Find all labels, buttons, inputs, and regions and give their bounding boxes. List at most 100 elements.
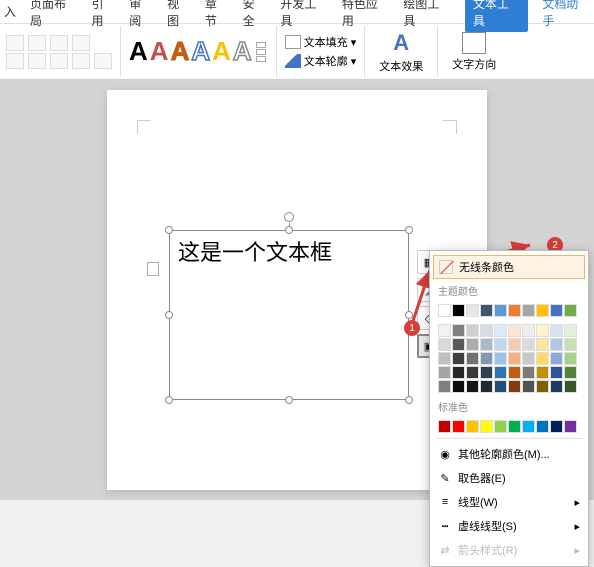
color-swatch[interactable] [536,380,549,393]
color-swatch[interactable] [508,304,521,317]
color-swatch[interactable] [466,380,479,393]
color-swatch[interactable] [480,338,493,351]
resize-handle-bl[interactable] [165,396,173,404]
color-swatch[interactable] [522,380,535,393]
color-swatch[interactable] [494,304,507,317]
color-swatch[interactable] [480,366,493,379]
color-swatch[interactable] [536,324,549,337]
color-swatch[interactable] [564,366,577,379]
more-outline-colors-item[interactable]: ◉ 其他轮廓颜色(M)... [430,442,588,466]
color-swatch[interactable] [508,352,521,365]
align-justify-icon[interactable] [72,53,90,69]
text-outline-button[interactable]: 文本轮廓▾ [285,53,357,69]
color-swatch[interactable] [438,420,451,433]
color-swatch[interactable] [494,324,507,337]
color-swatch[interactable] [438,380,451,393]
align-center-icon[interactable] [28,53,46,69]
color-swatch[interactable] [564,420,577,433]
color-swatch[interactable] [438,352,451,365]
color-swatch[interactable] [522,352,535,365]
dash-style-item[interactable]: ┅ 虚线线型(S) ▸ [430,514,588,538]
wordart-style-6[interactable]: A [233,36,252,67]
color-swatch[interactable] [550,366,563,379]
color-swatch[interactable] [494,420,507,433]
color-swatch[interactable] [550,324,563,337]
color-swatch[interactable] [466,352,479,365]
color-swatch[interactable] [550,304,563,317]
wordart-more-icon[interactable] [256,42,268,62]
color-swatch[interactable] [550,352,563,365]
color-swatch[interactable] [494,352,507,365]
color-swatch[interactable] [508,338,521,351]
eyedropper-item[interactable]: ✎ 取色器(E) [430,466,588,490]
line-spacing-icon[interactable] [94,53,112,69]
menu-chapter[interactable]: 章节 [205,0,229,29]
color-swatch[interactable] [466,324,479,337]
color-swatch[interactable] [452,304,465,317]
color-swatch[interactable] [508,420,521,433]
color-swatch[interactable] [466,338,479,351]
textbox-selection[interactable]: 这是一个文本框 ▦ ◢ ◇ ▣ [169,230,409,400]
color-swatch[interactable] [452,366,465,379]
color-swatch[interactable] [438,304,451,317]
color-swatch[interactable] [480,380,493,393]
align-left-icon[interactable] [6,53,24,69]
color-swatch[interactable] [494,366,507,379]
color-swatch[interactable] [550,338,563,351]
color-swatch[interactable] [494,338,507,351]
arrow-style-item[interactable]: ⇄ 箭头样式(R) ▸ [430,538,588,562]
resize-handle-tr[interactable] [405,226,413,234]
wordart-style-1[interactable]: A [129,36,148,67]
color-swatch[interactable] [564,338,577,351]
color-swatch[interactable] [452,352,465,365]
textbox[interactable]: 这是一个文本框 [169,230,409,400]
color-swatch[interactable] [522,420,535,433]
color-swatch[interactable] [536,338,549,351]
color-swatch[interactable] [564,324,577,337]
resize-handle-br[interactable] [405,396,413,404]
menu-text-tools[interactable]: 文本工具 [465,0,529,32]
color-swatch[interactable] [480,352,493,365]
menu-insert[interactable]: 入 [4,3,16,20]
color-swatch[interactable] [480,324,493,337]
text-effect-button[interactable]: A 文本效果 [373,28,429,76]
wordart-style-3[interactable]: A [171,36,190,67]
color-swatch[interactable] [550,380,563,393]
color-swatch[interactable] [522,304,535,317]
wordart-style-4[interactable]: A [191,36,210,67]
menu-references[interactable]: 引用 [92,0,116,29]
color-swatch[interactable] [564,304,577,317]
color-swatch[interactable] [480,420,493,433]
color-swatch[interactable] [564,352,577,365]
resize-handle-tl[interactable] [165,226,173,234]
rotate-handle[interactable] [284,212,294,222]
no-line-color-item[interactable]: 无线条颜色 [433,255,585,279]
outdent-icon[interactable] [72,35,90,51]
resize-handle-mr[interactable] [405,311,413,319]
color-swatch[interactable] [536,366,549,379]
wordart-style-2[interactable]: A [150,36,169,67]
color-swatch[interactable] [536,352,549,365]
color-swatch[interactable] [522,338,535,351]
color-swatch[interactable] [438,324,451,337]
menu-view[interactable]: 视图 [167,0,191,29]
color-swatch[interactable] [522,324,535,337]
indent-icon[interactable] [50,35,68,51]
color-swatch[interactable] [494,380,507,393]
menu-drawing-tools[interactable]: 绘图工具 [403,0,451,29]
color-swatch[interactable] [466,366,479,379]
color-swatch[interactable] [452,380,465,393]
color-swatch[interactable] [480,304,493,317]
list-icon[interactable] [28,35,46,51]
menu-doc-assist[interactable]: 文档助手 [542,0,590,29]
color-swatch[interactable] [438,338,451,351]
menu-review[interactable]: 审阅 [129,0,153,29]
text-direction-button[interactable]: 文字方向 [446,30,502,74]
color-swatch[interactable] [508,380,521,393]
line-style-item[interactable]: ≡ 线型(W) ▸ [430,490,588,514]
color-swatch[interactable] [536,304,549,317]
color-swatch[interactable] [452,420,465,433]
color-swatch[interactable] [452,324,465,337]
resize-handle-tm[interactable] [285,226,293,234]
color-swatch[interactable] [536,420,549,433]
